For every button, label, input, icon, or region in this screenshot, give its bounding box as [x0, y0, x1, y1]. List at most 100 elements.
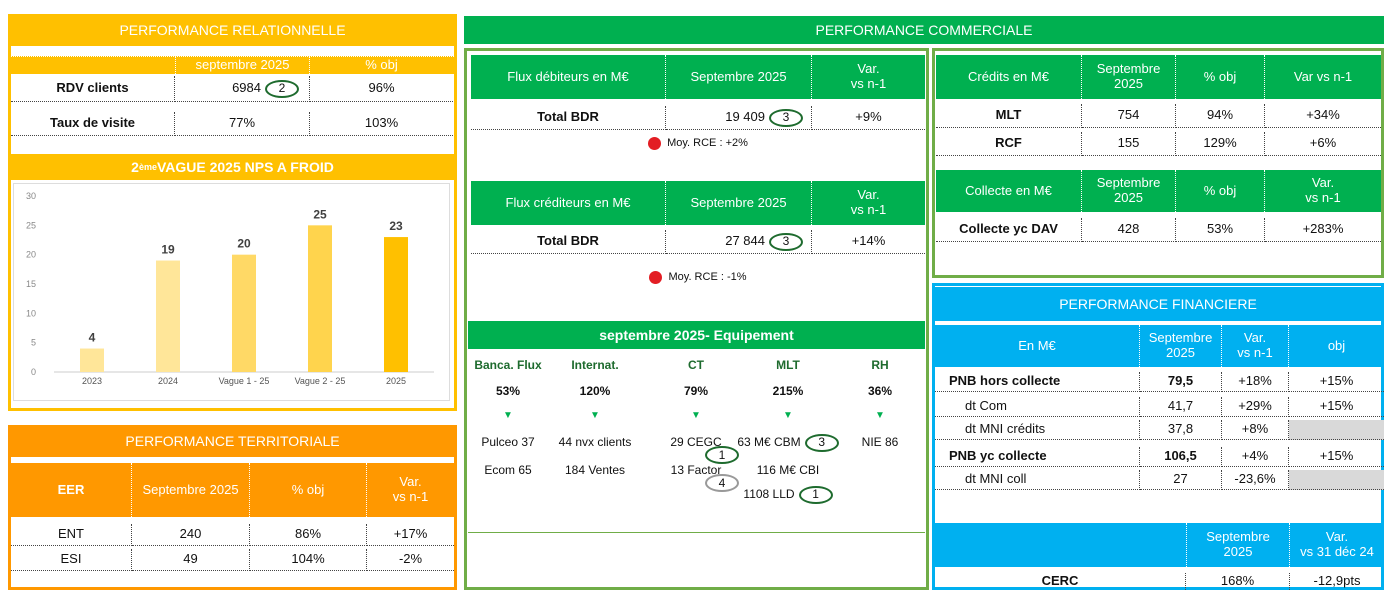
- equipment-title: septembre 2025- Equipement: [468, 321, 925, 349]
- relational-title: PERFORMANCE RELATIONNELLE: [8, 14, 457, 46]
- nps-bar: [80, 348, 104, 372]
- equipment-col-head: RH: [871, 358, 889, 373]
- cerc-col-var: Var. vs 31 déc 24: [1300, 529, 1374, 559]
- financial-col-obj: obj: [1327, 337, 1346, 353]
- cerc-value: 168%: [1186, 573, 1290, 590]
- territorial-col-obj: % obj: [250, 463, 367, 517]
- credits-cell: 155: [1082, 132, 1176, 156]
- financial-cell: dt Com: [935, 397, 1140, 417]
- debit-col-title: Flux débiteurs en M€: [471, 55, 666, 99]
- financial-col-var: Var. vs n-1: [1222, 325, 1289, 367]
- relational-row-value: 77%: [175, 112, 310, 136]
- financial-cell: 41,7: [1140, 397, 1222, 417]
- financial-col-title: En M€: [935, 325, 1140, 367]
- territorial-cell: 104%: [250, 549, 367, 571]
- bar-value-label: 25: [313, 207, 327, 221]
- y-tick-label: 10: [26, 308, 36, 318]
- credits-cell: 94%: [1176, 104, 1265, 128]
- financial-cell: +15%: [1289, 372, 1384, 392]
- relational-row-label: Taux de visite: [11, 112, 175, 136]
- financial-title: PERFORMANCE FINANCIERE: [932, 287, 1384, 321]
- debit-col-var: Var. vs n-1: [850, 61, 887, 91]
- rdv-annotation-circle: 2: [265, 79, 299, 98]
- debit-note-text: Moy. RCE : +2%: [667, 136, 748, 149]
- credits-cell: 129%: [1176, 132, 1265, 156]
- financial-cell: +15%: [1289, 397, 1384, 417]
- x-tick-label: 2025: [386, 376, 406, 386]
- financial-cell: +8%: [1222, 420, 1289, 440]
- cerc-label: CERC: [935, 573, 1186, 590]
- nps-bar: [156, 260, 180, 372]
- financial-cell: PNB hors collecte: [935, 372, 1140, 392]
- credits-col-period: Septembre 2025: [1082, 55, 1176, 99]
- credit-flow-value: 27 844: [725, 233, 765, 249]
- credits-cell: RCF: [936, 132, 1082, 156]
- collecte-col-obj: % obj: [1176, 170, 1265, 212]
- credit-flow-annotation-circle: 3: [769, 232, 803, 251]
- equipment-item-text: NIE 86: [861, 435, 899, 450]
- credit-flow-note: Moy. RCE : -1%: [471, 268, 925, 286]
- credits-col-var: Var vs n-1: [1293, 68, 1353, 84]
- relational-col-obj: % obj: [365, 56, 398, 72]
- territorial-cell: 86%: [250, 524, 367, 546]
- equipment-item-text: 63 M€ CBM: [737, 435, 801, 450]
- financial-cell: +15%: [1289, 447, 1384, 467]
- territorial-col-eer: EER: [11, 463, 132, 517]
- relational-row-obj: 96%: [310, 76, 453, 102]
- equipment-area: Banca. Flux 53% ▼ Internat. 120% ▼ CT 79% ▼ MLT 21…: [468, 352, 925, 504]
- financial-cell: PNB yc collecte: [935, 447, 1140, 467]
- relational-row-obj: 103%: [310, 112, 453, 136]
- cerc-var: -12,9pts: [1313, 573, 1361, 589]
- nps-chart: 0510152025304202319202420Vague 1 - 2525V…: [26, 191, 434, 386]
- y-tick-label: 15: [26, 279, 36, 289]
- credit-flow-col-var: Var. vs n-1: [850, 187, 887, 217]
- collecte-cell: Collecte yc DAV: [936, 218, 1082, 242]
- collecte-col-title: Collecte en M€: [936, 170, 1082, 212]
- credit-flow-note-text: Moy. RCE : -1%: [668, 270, 747, 283]
- collecte-cell: 53%: [1176, 218, 1265, 242]
- territorial-cell: ENT: [11, 524, 132, 546]
- nps-title-post: VAGUE 2025 NPS A FROID: [156, 159, 334, 175]
- bar-value-label: 19: [161, 243, 175, 257]
- equipment-col-pct: 120%: [579, 384, 611, 399]
- debit-total-var: +9%: [812, 106, 925, 130]
- x-tick-label: 2023: [82, 376, 102, 386]
- equipment-divider: [468, 532, 925, 533]
- relational-row-label: RDV clients: [11, 76, 175, 102]
- x-tick-label: Vague 2 - 25: [295, 376, 346, 386]
- debit-total-label: Total BDR: [471, 106, 666, 130]
- nps-title: 2 ème VAGUE 2025 NPS A FROID: [8, 154, 457, 180]
- collecte-col-var: Var. vs n-1: [1305, 175, 1341, 205]
- credit-flow-total-var: +14%: [812, 230, 925, 254]
- territorial-col-period: Septembre 2025: [132, 463, 250, 517]
- collecte-cell: +283%: [1265, 218, 1381, 242]
- territorial-cell: -2%: [367, 549, 454, 571]
- y-tick-label: 30: [26, 191, 36, 201]
- credit-flow-total-value: 27 844 3: [666, 230, 812, 254]
- bar-value-label: 20: [237, 237, 251, 251]
- financial-cell: -23,6%: [1222, 470, 1289, 490]
- debit-note: Moy. RCE : +2%: [471, 134, 925, 152]
- equipment-col-pct: 36%: [867, 384, 893, 399]
- credits-cell: +34%: [1265, 104, 1381, 128]
- financial-cell: [1289, 420, 1384, 440]
- nps-title-sup: ème: [138, 162, 157, 172]
- equipment-col-head: Internat.: [571, 358, 619, 373]
- territorial-cell: 49: [132, 549, 250, 571]
- relational-row-value: 6984 2: [175, 76, 310, 102]
- financial-cell: [1289, 470, 1384, 490]
- equipment-item: 116 M€ CBI: [728, 462, 848, 480]
- credits-cell: +6%: [1265, 132, 1381, 156]
- financial-cell: 79,5: [1140, 372, 1222, 392]
- y-tick-label: 25: [26, 220, 36, 230]
- territorial-cell: ESI: [11, 549, 132, 571]
- territorial-title: PERFORMANCE TERRITORIALE: [8, 425, 457, 457]
- nps-bar: [308, 225, 332, 372]
- nps-title-pre: 2: [131, 159, 139, 175]
- equipment-item-text: 44 nvx clients: [558, 435, 632, 450]
- financial-cell: +29%: [1222, 397, 1289, 417]
- territorial-col-var: Var. vs n-1: [392, 474, 429, 504]
- bar-value-label: 23: [389, 219, 403, 233]
- equipment-item-text: 116 M€ CBI: [756, 463, 820, 478]
- financial-col-period: Septembre 2025: [1140, 325, 1222, 367]
